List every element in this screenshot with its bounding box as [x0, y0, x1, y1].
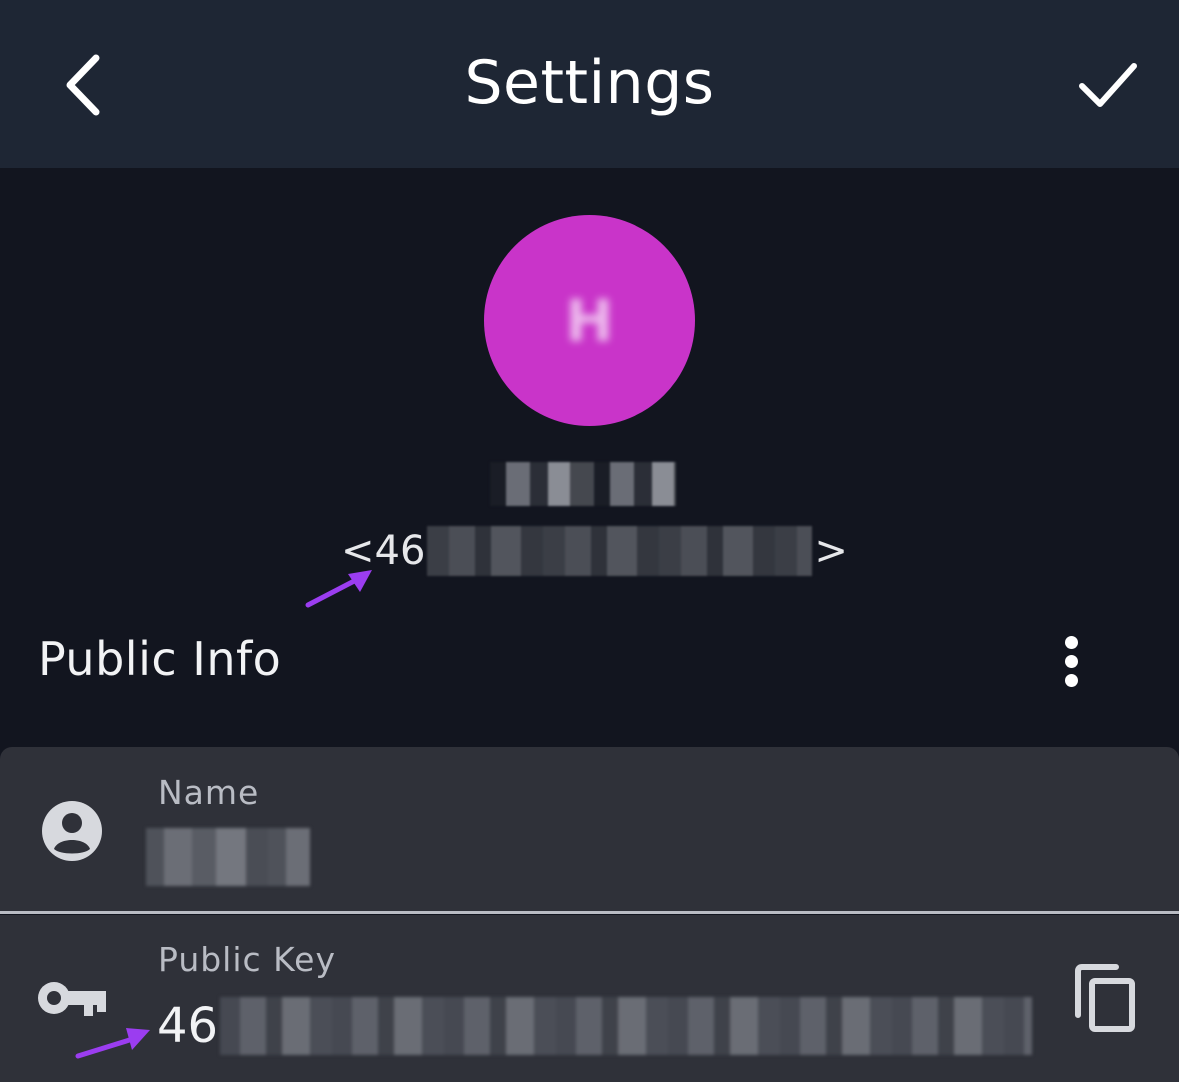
redacted-public-key	[220, 997, 1033, 1055]
avatar[interactable]: H	[484, 215, 695, 426]
checkmark-icon	[1079, 63, 1137, 107]
copy-button[interactable]	[1072, 963, 1138, 1035]
public-key-value: 46	[157, 996, 1033, 1056]
divider	[0, 911, 1179, 914]
section-title: Public Info	[38, 632, 282, 686]
dot	[1064, 674, 1078, 687]
dot	[1064, 636, 1078, 649]
public-key-prefix: 46	[157, 998, 219, 1054]
copy-icon	[1075, 964, 1135, 1032]
avatar-initial: H	[565, 286, 614, 355]
public-key-label: Public Key	[158, 940, 336, 979]
redacted-user-id	[427, 526, 813, 576]
annotation-arrow-icon	[75, 1028, 150, 1059]
page-title: Settings	[464, 48, 715, 118]
dot	[1064, 655, 1078, 668]
name-label: Name	[158, 773, 260, 812]
person-icon	[42, 801, 102, 861]
key-icon	[38, 982, 106, 1016]
more-options-button[interactable]	[1058, 636, 1084, 692]
save-button[interactable]	[1076, 58, 1140, 112]
user-id: <46 >	[341, 524, 848, 578]
top-bar: Settings	[0, 0, 1179, 168]
annotation-arrow-icon	[305, 570, 372, 608]
redacted-display-name	[490, 462, 676, 506]
user-id-suffix: >	[814, 528, 848, 574]
redacted-name-value	[146, 828, 310, 886]
